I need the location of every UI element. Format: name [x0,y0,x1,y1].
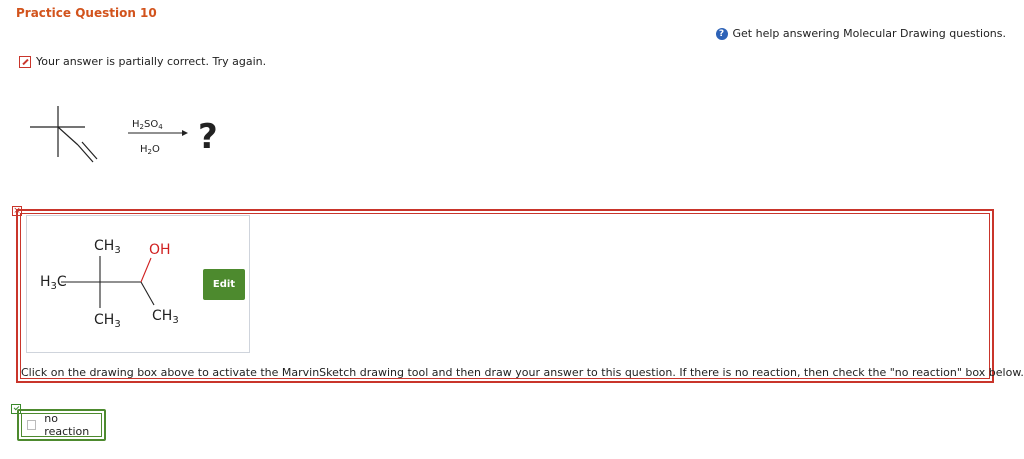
label-ch3-right: CH3 [152,308,179,326]
answer-status: Your answer is partially correct. Try ag… [19,55,266,68]
help-link[interactable]: ? Get help answering Molecular Drawing q… [715,27,1006,40]
reaction-svg: H2SO4 H2O ? [30,106,218,163]
instructions-text: Click on the drawing box above to activa… [21,366,1024,379]
no-reaction-frame: no reaction [17,409,106,441]
label-h3c: H3C [40,274,67,292]
reagent-top: H2SO4 [132,119,163,131]
label-ch3-bottom: CH3 [94,312,121,330]
edit-button[interactable]: Edit [203,269,245,300]
product-unknown: ? [198,117,218,157]
pencil-icon [19,55,31,68]
reaction-scheme: H2SO4 H2O ? [20,100,240,184]
no-reaction-checkbox[interactable] [27,420,37,430]
help-link-label: Get help answering Molecular Drawing que… [732,27,1006,40]
question-mark-icon: ? [715,27,728,40]
reagent-bottom: H2O [140,144,160,156]
label-ch3-top: CH3 [94,238,121,256]
starting-material [30,106,98,163]
page-title: Practice Question 10 [16,6,157,20]
label-oh: OH [149,242,171,258]
no-reaction-label[interactable]: no reaction [44,412,101,438]
answer-status-text: Your answer is partially correct. Try ag… [36,55,267,68]
